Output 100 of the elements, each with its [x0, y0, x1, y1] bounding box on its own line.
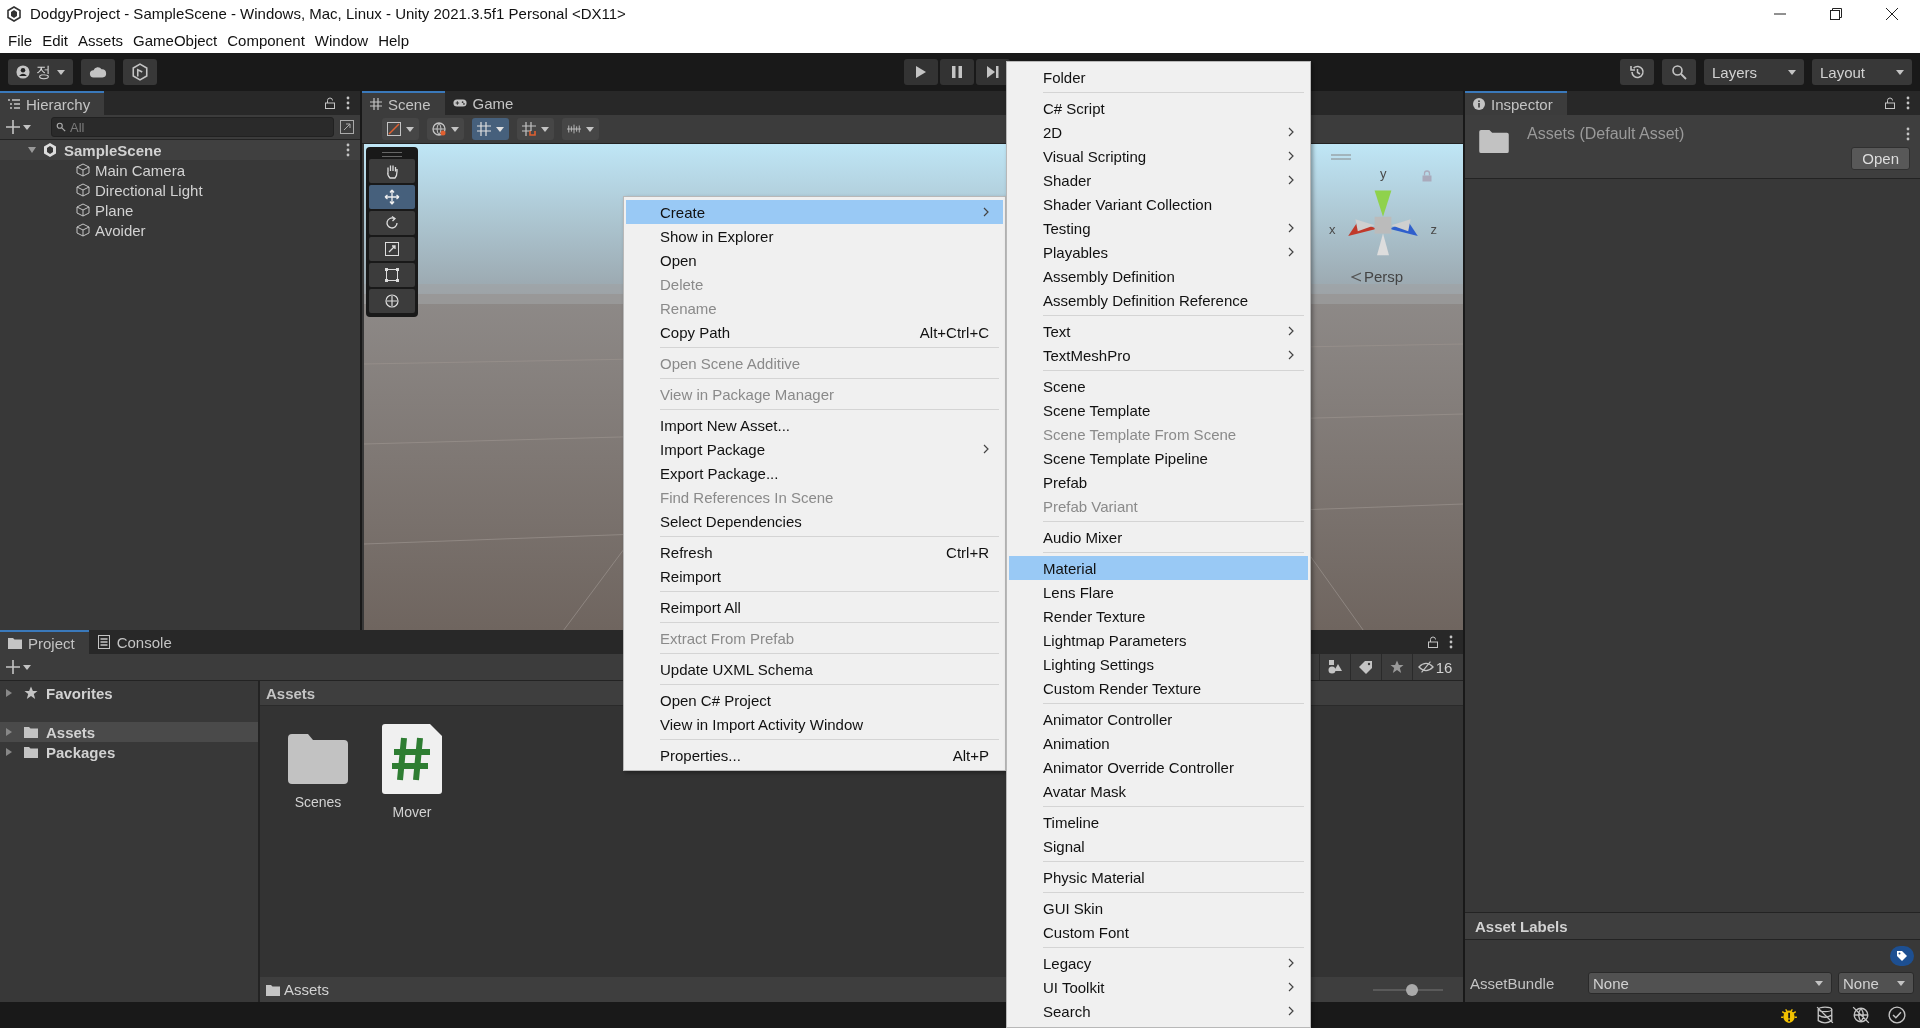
- play-button[interactable]: [904, 59, 938, 85]
- menu-item[interactable]: C# Script: [1009, 96, 1308, 120]
- pause-button[interactable]: [940, 59, 974, 85]
- menu-item[interactable]: Reimport: [626, 564, 1003, 588]
- increment-snap-dropdown[interactable]: [517, 118, 554, 140]
- more-options-icon[interactable]: [346, 96, 350, 110]
- menu-item[interactable]: Avatar Mask: [1009, 779, 1308, 803]
- history-button[interactable]: [1620, 59, 1654, 85]
- tree-item[interactable]: Assets: [0, 722, 258, 742]
- expand-triangle-icon[interactable]: [6, 689, 12, 697]
- hidden-packages-button[interactable]: 16: [1412, 654, 1457, 680]
- layout-dropdown[interactable]: Layout: [1812, 59, 1912, 85]
- menu-item[interactable]: Open: [626, 248, 1003, 272]
- menu-item[interactable]: Properties... Alt+P: [626, 743, 1003, 767]
- close-icon[interactable]: [1886, 7, 1898, 20]
- tool-button[interactable]: [369, 289, 415, 313]
- check-circle-icon[interactable]: [1888, 1006, 1906, 1024]
- folder-icon[interactable]: [288, 734, 348, 784]
- menu-item[interactable]: Shader: [1009, 168, 1308, 192]
- inspector-tab[interactable]: Inspector: [1465, 91, 1567, 115]
- menu-item[interactable]: Lightmap Parameters: [1009, 628, 1308, 652]
- hierarchy-item[interactable]: Directional Light: [0, 180, 360, 200]
- tree-item[interactable]: Favorites: [0, 683, 258, 703]
- menu-item[interactable]: Render Texture: [1009, 604, 1308, 628]
- menu-item[interactable]: Animator Override Controller: [1009, 755, 1308, 779]
- menu-item[interactable]: Prefab: [1009, 470, 1308, 494]
- menu-item[interactable]: Physic Material: [1009, 865, 1308, 889]
- more-options-icon[interactable]: [1906, 127, 1910, 141]
- menu-item[interactable]: Animator Controller: [1009, 707, 1308, 731]
- network-icon[interactable]: [1852, 1006, 1870, 1024]
- menu-item[interactable]: Assembly Definition Reference: [1009, 288, 1308, 312]
- menu-item[interactable]: Window: [314, 31, 369, 49]
- menu-item[interactable]: Signal: [1009, 834, 1308, 858]
- tree-item[interactable]: Packages: [0, 742, 258, 762]
- account-dropdown[interactable]: 정: [8, 59, 73, 85]
- menu-item[interactable]: Update UXML Schema: [626, 657, 1003, 681]
- bug-icon[interactable]: [1780, 1006, 1798, 1024]
- maximize-search-icon[interactable]: [340, 120, 354, 134]
- menu-item[interactable]: UI Toolkit: [1009, 975, 1308, 999]
- handle-icon[interactable]: [1331, 154, 1351, 160]
- project-tab[interactable]: Console: [88, 630, 186, 654]
- menu-item[interactable]: GameObject: [133, 31, 218, 49]
- menu-item[interactable]: Animation: [1009, 731, 1308, 755]
- menu-item[interactable]: Custom Font: [1009, 920, 1308, 944]
- more-options-icon[interactable]: [1449, 635, 1453, 649]
- database-icon[interactable]: [1816, 1006, 1834, 1024]
- menu-item[interactable]: Audio Mixer: [1009, 525, 1308, 549]
- view-tab[interactable]: Game: [444, 91, 528, 115]
- restore-icon[interactable]: [1830, 7, 1842, 20]
- tool-button[interactable]: [369, 237, 415, 261]
- more-options-icon[interactable]: [346, 143, 350, 157]
- menu-item[interactable]: Create: [626, 200, 1003, 224]
- view-tab[interactable]: Scene: [362, 91, 445, 115]
- menu-item[interactable]: GUI Skin: [1009, 896, 1308, 920]
- menu-item[interactable]: Legacy: [1009, 951, 1308, 975]
- menu-item[interactable]: Playables: [1009, 240, 1308, 264]
- add-dropdown[interactable]: [6, 120, 31, 134]
- menu-item[interactable]: File: [8, 31, 33, 49]
- menu-item[interactable]: Lens Flare: [1009, 580, 1308, 604]
- menu-item[interactable]: TextMeshPro: [1009, 343, 1308, 367]
- menu-item[interactable]: Assets: [78, 31, 124, 49]
- expand-triangle-icon[interactable]: [6, 748, 12, 756]
- menu-item[interactable]: Edit: [42, 31, 69, 49]
- cloud-button[interactable]: [81, 59, 115, 85]
- assetbundle-dropdown[interactable]: None: [1588, 972, 1832, 994]
- menu-item[interactable]: Timeline: [1009, 810, 1308, 834]
- hierarchy-item[interactable]: Avoider: [0, 220, 360, 240]
- project-tab[interactable]: Project: [0, 630, 89, 654]
- menu-item[interactable]: Search: [1009, 999, 1308, 1023]
- tool-button[interactable]: [369, 159, 415, 183]
- menu-item[interactable]: View in Import Activity Window: [626, 712, 1003, 736]
- expand-triangle-icon[interactable]: [28, 147, 36, 153]
- menu-item[interactable]: Component: [227, 31, 305, 49]
- menu-item[interactable]: Scene Template: [1009, 398, 1308, 422]
- menu-item[interactable]: Text: [1009, 319, 1308, 343]
- render-mode-dropdown[interactable]: [427, 118, 464, 140]
- menu-item[interactable]: Lighting Settings: [1009, 652, 1308, 676]
- more-options-icon[interactable]: [1906, 96, 1910, 110]
- menu-item[interactable]: Export Package...: [626, 461, 1003, 485]
- menu-item[interactable]: Scene Template Pipeline: [1009, 446, 1308, 470]
- tag-icon[interactable]: [1890, 946, 1914, 966]
- script-file-icon[interactable]: [382, 724, 442, 794]
- tool-button[interactable]: [369, 263, 415, 287]
- menu-item[interactable]: Import New Asset...: [626, 413, 1003, 437]
- hierarchy-tab[interactable]: Hierarchy: [0, 91, 105, 115]
- expand-triangle-icon[interactable]: [6, 728, 12, 736]
- tool-button[interactable]: [369, 185, 415, 209]
- menu-item[interactable]: Select Dependencies: [626, 509, 1003, 533]
- layers-dropdown[interactable]: Layers: [1704, 59, 1804, 85]
- menu-item[interactable]: Shader Variant Collection: [1009, 192, 1308, 216]
- menu-item[interactable]: Scene: [1009, 374, 1308, 398]
- ruler-dropdown[interactable]: [562, 118, 599, 140]
- draw-mode-dropdown[interactable]: [382, 118, 419, 140]
- scene-row[interactable]: SampleScene: [0, 140, 360, 160]
- tool-button[interactable]: [369, 211, 415, 235]
- menu-item[interactable]: Help: [378, 31, 410, 49]
- menu-item[interactable]: Refresh Ctrl+R: [626, 540, 1003, 564]
- menu-item[interactable]: Open C# Project: [626, 688, 1003, 712]
- hierarchy-item[interactable]: Main Camera: [0, 160, 360, 180]
- menu-item[interactable]: Assembly Definition: [1009, 264, 1308, 288]
